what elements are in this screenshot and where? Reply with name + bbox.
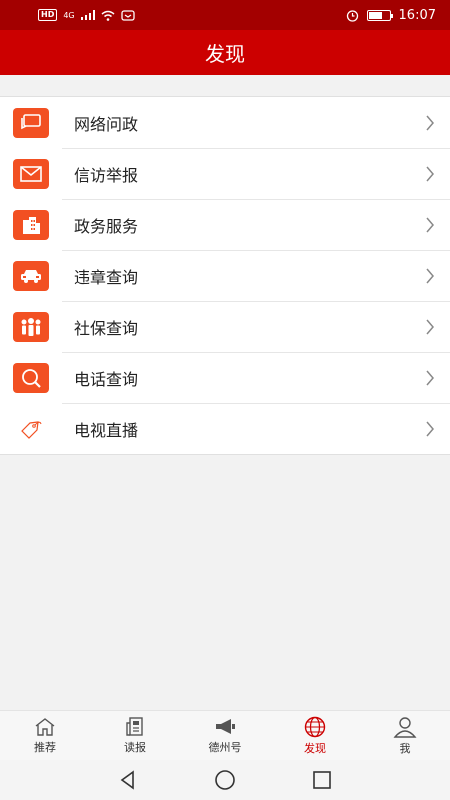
chat-bubble-icon <box>13 107 49 138</box>
menu-item-social-security[interactable]: 社保查询 <box>0 301 450 352</box>
header: 发现 <box>0 30 450 75</box>
back-icon[interactable] <box>118 770 138 790</box>
building-icon <box>13 209 49 240</box>
menu-item-online-politics[interactable]: 网络问政 <box>0 97 450 148</box>
menu-item-label: 电话查询 <box>74 369 139 389</box>
menu-item-label: 信访举报 <box>74 165 139 185</box>
chevron-right-icon <box>420 115 440 131</box>
car-icon <box>13 260 49 291</box>
magnifier-icon <box>13 362 49 393</box>
menu-item-petition-report[interactable]: 信访举报 <box>0 148 450 199</box>
home-circle-icon[interactable] <box>214 769 236 791</box>
page-title: 发现 <box>205 42 245 66</box>
alarm-icon <box>346 9 358 22</box>
clock: 16:07 <box>398 7 436 23</box>
people-icon <box>13 311 49 342</box>
discover-menu-list: 网络问政 信访举报 政务服务 违章查询 社保查询 电话查询 电视直播 <box>0 96 450 455</box>
menu-item-tv-live[interactable]: 电视直播 <box>0 403 450 454</box>
nav-tab-label: 读报 <box>124 740 146 754</box>
globe-icon <box>304 716 326 737</box>
battery-icon <box>366 9 393 21</box>
status-right: 16:07 <box>346 8 436 23</box>
chevron-right-icon <box>420 268 440 284</box>
menu-item-label: 政务服务 <box>74 216 139 236</box>
app-notification-icon <box>120 10 135 21</box>
user-icon <box>393 716 417 738</box>
wifi-icon <box>101 10 115 21</box>
chevron-right-icon <box>420 319 440 335</box>
recents-icon[interactable] <box>312 770 332 790</box>
newspaper-icon <box>126 716 143 736</box>
system-nav-bar <box>0 760 450 800</box>
chevron-right-icon <box>420 166 440 182</box>
nav-tab-label: 推荐 <box>34 740 56 754</box>
bottom-nav: 推荐 读报 德州号 发现 我 <box>0 710 450 760</box>
envelope-icon <box>13 158 49 189</box>
nav-tab-dezhou-account[interactable]: 德州号 <box>180 711 270 760</box>
status-left: HD 4G <box>38 9 135 21</box>
home-icon <box>35 717 55 736</box>
chevron-right-icon <box>420 370 440 386</box>
nav-tab-discover[interactable]: 发现 <box>270 711 360 760</box>
nav-tab-newspaper[interactable]: 读报 <box>90 711 180 760</box>
nav-tab-recommend[interactable]: 推荐 <box>0 711 90 760</box>
network-label: 4G <box>63 10 75 20</box>
menu-item-violation-lookup[interactable]: 违章查询 <box>0 250 450 301</box>
tag-icon <box>13 414 49 444</box>
status-bar: HD 4G 16:07 <box>0 0 450 30</box>
menu-item-government-services[interactable]: 政务服务 <box>0 199 450 250</box>
nav-tab-label: 发现 <box>304 741 326 755</box>
menu-item-label: 网络问政 <box>74 114 139 134</box>
signal-icon <box>80 10 95 20</box>
megaphone-icon <box>216 718 235 734</box>
chevron-right-icon <box>420 421 440 437</box>
menu-item-label: 违章查询 <box>74 267 139 287</box>
menu-item-label: 电视直播 <box>74 420 139 440</box>
menu-item-phone-lookup[interactable]: 电话查询 <box>0 352 450 403</box>
nav-tab-me[interactable]: 我 <box>360 711 450 760</box>
hd-icon: HD <box>38 9 58 21</box>
chevron-right-icon <box>420 217 440 233</box>
nav-tab-label: 德州号 <box>208 740 242 754</box>
menu-item-label: 社保查询 <box>74 318 139 338</box>
nav-tab-label: 我 <box>399 741 411 755</box>
